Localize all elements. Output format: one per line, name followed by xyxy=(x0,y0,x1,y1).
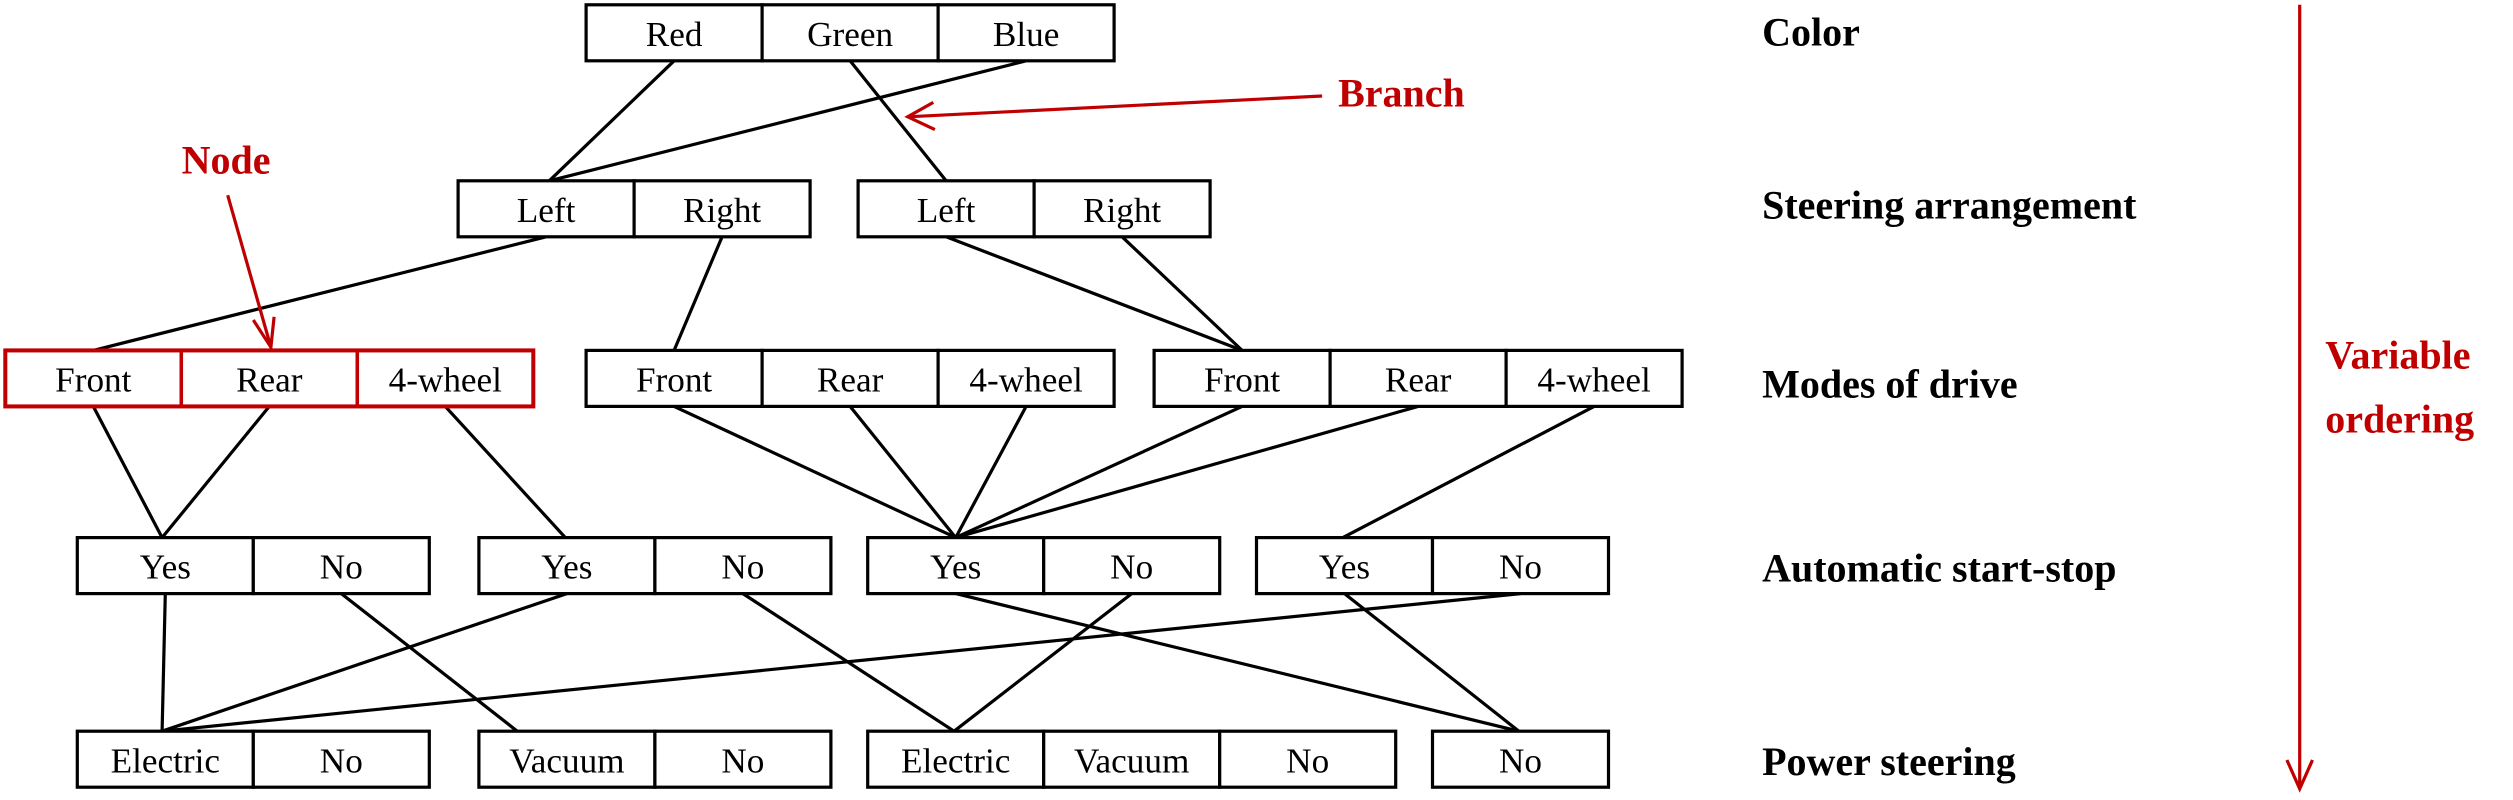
cell-label: 4-wheel xyxy=(969,361,1083,400)
cell-label: Right xyxy=(1083,191,1161,230)
cell-label: No xyxy=(1499,548,1542,587)
cell-label: No xyxy=(721,741,764,780)
cell-label: Green xyxy=(807,15,893,54)
level-label-color: Color xyxy=(1762,10,1860,55)
cell-label: Blue xyxy=(993,15,1059,54)
cell-label: Right xyxy=(683,191,761,230)
branch-edge xyxy=(848,405,957,539)
cell-label: No xyxy=(1286,741,1329,780)
cell-label: Red xyxy=(646,15,703,54)
cell-label: No xyxy=(1499,741,1542,780)
level-label-power-steering: Power steering xyxy=(1762,739,2016,784)
node-automatic-start-stop: Yes No xyxy=(1254,536,1611,596)
node-arrow xyxy=(226,194,273,348)
cell-label: Front xyxy=(636,361,712,400)
node-power-steering: Vacuum No xyxy=(477,729,833,789)
branch-annotation: Branch xyxy=(904,70,1465,132)
cell-label: Front xyxy=(1204,361,1280,400)
branch-edge xyxy=(92,235,547,352)
level-label-drive: Modes of drive xyxy=(1762,362,2018,407)
branch-arrow xyxy=(907,94,1323,119)
node-color: Red Green Blue xyxy=(584,3,1116,63)
branch-edge xyxy=(955,404,1419,540)
branch-edge xyxy=(91,405,164,539)
cell-label: Left xyxy=(517,191,576,230)
branch-edge xyxy=(548,59,676,182)
level-label-steering: Steering arrangement xyxy=(1762,182,2137,227)
level-labels: Color Steering arrangement Modes of driv… xyxy=(1762,10,2137,785)
cell-label: No xyxy=(320,741,363,780)
branch-edge xyxy=(848,59,948,182)
level-label-start-stop: Automatic start-stop xyxy=(1762,546,2116,591)
cell-label: Rear xyxy=(1385,361,1452,400)
node-power-steering: No xyxy=(1430,729,1611,789)
branch-edge xyxy=(673,404,957,540)
branch-edge xyxy=(672,236,724,352)
branch-edge xyxy=(955,592,1520,733)
branch-edge xyxy=(160,405,271,539)
ordering-label-line2: ordering xyxy=(2325,397,2474,442)
cell-label: Electric xyxy=(901,741,1010,780)
branch-edge xyxy=(954,405,1028,539)
cell-label: No xyxy=(1110,548,1153,587)
node-modes-of-drive: Front Rear 4-wheel xyxy=(584,348,1116,409)
cell-label: Yes xyxy=(930,548,981,587)
cell-label: Rear xyxy=(817,361,884,400)
branch-edge xyxy=(955,404,1243,540)
cell-label: Front xyxy=(55,361,131,400)
branch-edge xyxy=(945,235,1243,352)
node-automatic-start-stop: Yes No xyxy=(75,536,431,596)
node-automatic-start-stop: Yes No xyxy=(866,536,1222,596)
cell-label: Yes xyxy=(140,548,191,587)
node-automatic-start-stop: Yes No xyxy=(477,536,833,596)
node-steering-arrangement: Left Right xyxy=(456,179,812,239)
node-power-steering: Electric No xyxy=(75,729,431,789)
node-label: Node xyxy=(182,138,271,183)
ordered-decision-diagram: Red Green Blue Left Right Left Right Front Rear 4… xyxy=(3,3,2474,793)
branch-edge xyxy=(548,59,1027,183)
cell-label: Yes xyxy=(541,548,592,587)
branch-edge xyxy=(1342,404,1595,540)
branch-edge xyxy=(1121,235,1244,352)
branch-edge xyxy=(444,405,567,539)
branch-edge xyxy=(160,593,167,732)
cell-label: No xyxy=(320,548,363,587)
cell-label: Rear xyxy=(236,361,303,400)
node-modes-of-drive: Front Rear 4-wheel xyxy=(3,348,536,409)
cell-label: Vacuum xyxy=(1074,741,1189,780)
node-power-steering: Electric Vacuum No xyxy=(866,729,1398,789)
cell-label: 4-wheel xyxy=(389,361,503,400)
cell-label: 4-wheel xyxy=(1537,361,1651,400)
cell-label: No xyxy=(721,548,764,587)
cell-label: Electric xyxy=(111,741,220,780)
cell-label: Yes xyxy=(1319,548,1370,587)
branch-label: Branch xyxy=(1338,70,1465,115)
cell-label: Vacuum xyxy=(509,741,624,780)
cell-label: Left xyxy=(917,191,976,230)
node-steering-arrangement: Left Right xyxy=(856,179,1212,239)
node-modes-of-drive: Front Rear 4-wheel xyxy=(1152,348,1684,409)
ordering-label-line1: Variable xyxy=(2325,333,2470,378)
variable-ordering-annotation: Variable ordering xyxy=(2285,4,2474,793)
